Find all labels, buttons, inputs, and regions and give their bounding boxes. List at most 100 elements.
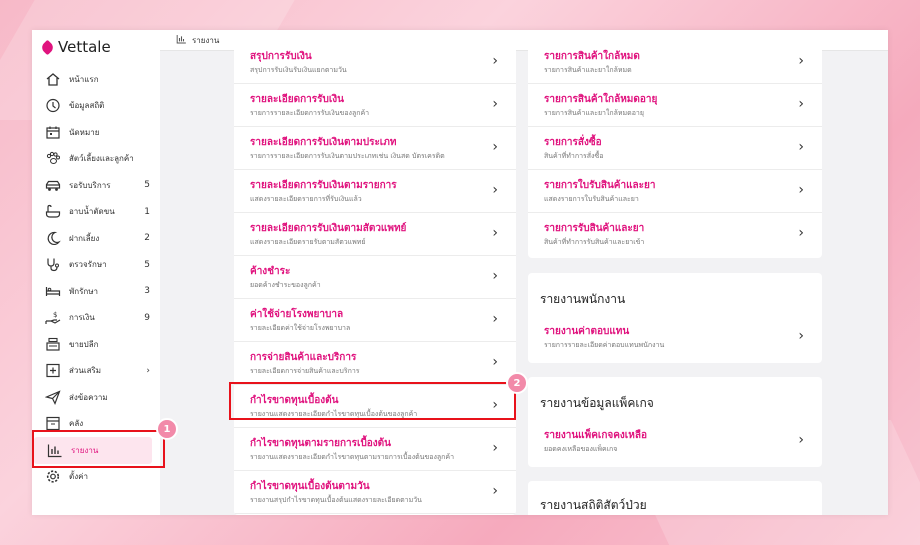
report-item-desc: รายการสินค้าและยาใกล้หมด: [544, 66, 632, 74]
sidebar-item-label: สัตว์เลี้ยงและลูกค้า: [69, 154, 134, 164]
chevron-right-icon: ›: [492, 483, 498, 499]
calendar-icon: [44, 125, 61, 140]
section-title: รายงานข้อมูลแพ็คเกจ: [540, 396, 654, 410]
sidebar-item-appointments[interactable]: นัดหมาย: [32, 119, 160, 146]
chevron-right-icon: ›: [492, 225, 498, 241]
sidebar-item-label: ส่วนเสริม: [69, 366, 102, 376]
report-item-desc: รายงานแสดงรายละเอียดกำไรขาดทุนตามรายการเ…: [250, 453, 455, 461]
chevron-right-icon: ›: [798, 53, 804, 69]
chevron-right-icon: ›: [798, 182, 804, 198]
finance-report-card: สรุปการรับเงิน สรุปการรับเงินรับเงินแยกต…: [234, 40, 516, 515]
report-item-desc: รายละเอียดค่าใช้จ่ายโรงพยาบาล: [250, 324, 351, 332]
sidebar-item-label: ตั้งค่า: [69, 472, 88, 482]
sidebar-item-count: 5: [144, 180, 150, 191]
report-item-title: กำไรขาดทุนตามรายการเบื้องต้น: [250, 438, 392, 449]
report-item-payment-summary[interactable]: สรุปการรับเงิน สรุปการรับเงินรับเงินแยกต…: [234, 40, 516, 84]
report-item-purchase-orders[interactable]: รายการสั่งซื้อ สินค้าที่ทำการสั่งซื้อ ›: [528, 126, 822, 170]
sidebar-item-label: ฝากเลี้ยง: [69, 233, 100, 243]
package-report-card: รายงานข้อมูลแพ็คเกจ รายงานแพ็คเกจคงเหลือ…: [528, 377, 822, 467]
report-item-title: รายการสินค้าใกล้หมด: [544, 51, 640, 62]
sidebar-item-waiting[interactable]: รอรับบริการ 5: [32, 172, 160, 199]
sidebar-item-pets-customers[interactable]: สัตว์เลี้ยงและลูกค้า: [32, 146, 160, 173]
report-item-payment-detail[interactable]: รายละเอียดการรับเงิน รายการรายละเอียดการ…: [234, 83, 516, 127]
report-item-product-service-payout[interactable]: การจ่ายสินค้าและบริการ รายละเอียดการจ่าย…: [234, 341, 516, 385]
report-item-near-expiry[interactable]: รายการสินค้าใกล้หมดอายุ รายการสินค้าและย…: [528, 83, 822, 127]
report-chart-icon: [176, 34, 187, 47]
logo[interactable]: Vettale: [39, 38, 111, 56]
sidebar-item-treatment[interactable]: ตรวจรักษา 5: [32, 252, 160, 279]
sidebar-item-label: ข้อมูลสถิติ: [69, 101, 105, 111]
tag-logo-icon: [39, 39, 56, 55]
report-item-desc: รายการรายละเอียดค่าตอบแทนพนักงาน: [544, 341, 665, 349]
chevron-right-icon: ›: [492, 268, 498, 284]
chevron-right-icon: ›: [492, 440, 498, 456]
home-icon: [44, 72, 61, 87]
report-item-package-balance[interactable]: รายงานแพ็คเกจคงเหลือ ยอดคงเหลือของแพ็คเก…: [528, 419, 822, 462]
report-item-desc: รายละเอียดการจ่ายสินค้าและบริการ: [250, 367, 360, 375]
chevron-right-icon: ›: [492, 182, 498, 198]
report-item-profit-loss-by-item[interactable]: กำไรขาดทุนตามรายการเบื้องต้น รายงานแสดงร…: [234, 427, 516, 471]
bath-icon: [44, 204, 61, 219]
report-item-title: กำไรขาดทุนเบื้องต้นตามวัน: [250, 481, 370, 492]
sidebar-item-inpatient[interactable]: พักรักษา 3: [32, 278, 160, 305]
report-item-desc: รายการรายละเอียดการรับเงินตามประเภทเช่น …: [250, 152, 445, 160]
breadcrumb-label: รายงาน: [192, 35, 220, 45]
send-icon: [44, 390, 61, 405]
sidebar-item-count: 5: [144, 259, 150, 270]
report-item-title: รายละเอียดการรับเงินตามประเภท: [250, 137, 397, 148]
sidebar-item-label: คลัง: [69, 419, 84, 429]
report-item-profit-loss-by-day[interactable]: กำไรขาดทุนเบื้องต้นตามวัน รายงานสรุปกำไร…: [234, 470, 516, 514]
report-item-goods-received[interactable]: รายการรับสินค้าและยา สินค้าที่ทำการรับสิ…: [528, 212, 822, 255]
stethoscope-icon: [44, 257, 61, 272]
chevron-right-icon: ›: [492, 96, 498, 112]
report-item-title: ค่าใช้จ่ายโรงพยาบาล: [250, 309, 344, 320]
sidebar-item-label: การเงิน: [69, 313, 95, 323]
report-item-desc: สินค้าที่ทำการรับสินค้าและยาเข้า: [544, 238, 645, 246]
sidebar-item-count: 1: [144, 206, 150, 217]
gear-icon: [44, 469, 61, 484]
report-item-title: การจ่ายสินค้าและบริการ: [250, 352, 357, 363]
stats-icon: [44, 98, 61, 113]
report-item-title: รายการสินค้าใกล้หมดอายุ: [544, 94, 658, 105]
report-item-desc: แสดงรายละเอียดรายการที่รับเงินแล้ว: [250, 195, 362, 203]
moon-icon: [44, 231, 61, 246]
report-item-payment-by-vet[interactable]: รายละเอียดการรับเงินตามสัตวแพทย์ แสดงราย…: [234, 212, 516, 256]
sidebar-item-count: 3: [144, 286, 150, 297]
report-item-goods-receipts[interactable]: รายการใบรับสินค้าและยา แสดงรายการใบรับสิ…: [528, 169, 822, 213]
sick-pet-report-card: รายงานสถิติสัตว์ป่วย: [528, 481, 822, 515]
report-item-outstanding[interactable]: ค้างชำระ ยอดค้างชำระของลูกค้า ›: [234, 255, 516, 299]
sidebar-item-grooming[interactable]: อาบน้ำตัดขน 1: [32, 199, 160, 226]
sidebar-item-home[interactable]: หน้าแรก: [32, 66, 160, 93]
report-item-title: รายการสั่งซื้อ: [544, 137, 602, 148]
sidebar-item-boarding[interactable]: ฝากเลี้ยง 2: [32, 225, 160, 252]
report-item-compensation[interactable]: รายงานค่าตอบแทน รายการรายละเอียดค่าตอบแท…: [528, 315, 822, 358]
sidebar-item-count: 2: [144, 233, 150, 244]
sidebar-nav: หน้าแรก ข้อมูลสถิติ นัดหมาย สัตว์เลี้ยงแ…: [32, 66, 160, 490]
report-item-hospital-expenses[interactable]: ค่าใช้จ่ายโรงพยาบาล รายละเอียดค่าใช้จ่าย…: [234, 298, 516, 342]
chevron-right-icon: ›: [492, 311, 498, 327]
plus-box-icon: [44, 363, 61, 378]
storage-icon: [44, 416, 61, 431]
report-item-payment-by-type[interactable]: รายละเอียดการรับเงินตามประเภท รายการรายล…: [234, 126, 516, 170]
sidebar-item-retail[interactable]: ขายปลีก: [32, 331, 160, 358]
report-item-title: รายการใบรับสินค้าและยา: [544, 180, 656, 191]
sidebar-item-stats[interactable]: ข้อมูลสถิติ: [32, 93, 160, 120]
report-item-title: รายละเอียดการรับเงินตามสัตวแพทย์: [250, 223, 407, 234]
chevron-right-icon: ›: [492, 53, 498, 69]
report-item-low-stock[interactable]: รายการสินค้าใกล้หมด รายการสินค้าและยาใกล…: [528, 40, 822, 84]
report-item-desc: รายงานสรุปกำไรขาดทุนเบื้องต้นแสดงรายละเอ…: [250, 496, 422, 504]
money-hand-icon: $: [44, 310, 61, 325]
sidebar-item-label: ส่งข้อความ: [69, 392, 108, 402]
report-item-desc: สินค้าที่ทำการสั่งซื้อ: [544, 152, 604, 160]
report-item-title: รายงานค่าตอบแทน: [544, 326, 630, 337]
sidebar-item-finance[interactable]: $ การเงิน 9: [32, 305, 160, 332]
section-title: รายงานพนักงาน: [540, 292, 626, 306]
report-item-title: รายละเอียดการรับเงินตามรายการ: [250, 180, 397, 191]
sidebar-item-addons[interactable]: ส่วนเสริม ›: [32, 358, 160, 385]
chevron-right-icon: ›: [146, 365, 150, 376]
report-item-desc: ยอดคงเหลือของแพ็คเกจ: [544, 445, 618, 453]
sidebar-item-messages[interactable]: ส่งข้อความ: [32, 384, 160, 411]
svg-text:$: $: [53, 311, 57, 319]
report-item-payment-by-item[interactable]: รายละเอียดการรับเงินตามรายการ แสดงรายละเ…: [234, 169, 516, 213]
sidebar-item-label: รอรับบริการ: [69, 180, 111, 190]
